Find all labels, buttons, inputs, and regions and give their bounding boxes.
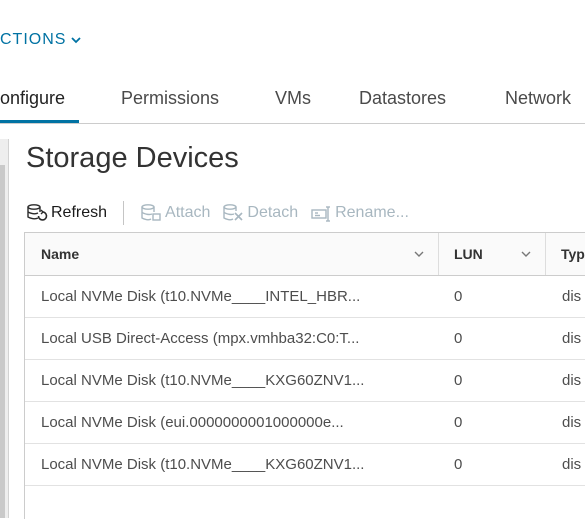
detach-storage-icon (223, 204, 243, 221)
column-header-type[interactable]: Typ (561, 233, 585, 275)
table-row[interactable]: Local USB Direct-Access (mpx.vmhba32:C0:… (25, 318, 585, 360)
table-row[interactable]: Local NVMe Disk (t10.NVMe____KXG60ZNV1..… (25, 360, 585, 402)
refresh-button[interactable]: Refresh (26, 203, 107, 223)
cell-type: dis (562, 330, 582, 347)
cell-name: Local NVMe Disk (eui.0000000001000000e..… (41, 414, 344, 431)
attach-button[interactable]: Attach (140, 203, 210, 223)
table-row[interactable]: Local NVMe Disk (eui.0000000001000000e..… (25, 402, 585, 444)
cell-name: Local USB Direct-Access (mpx.vmhba32:C0:… (41, 330, 360, 347)
actions-menu[interactable]: CTIONS (0, 28, 82, 52)
attach-storage-icon (141, 204, 161, 221)
grid-header: Name LUN Typ (25, 233, 585, 276)
tab-permissions[interactable]: Permissions (121, 88, 219, 109)
detach-label: Detach (247, 204, 299, 221)
tab-network[interactable]: Network (505, 88, 571, 109)
actions-label: CTIONS (0, 31, 67, 48)
column-separator[interactable] (545, 233, 546, 275)
attach-label: Attach (165, 204, 211, 221)
rename-label: Rename... (335, 204, 409, 221)
tab-datastores[interactable]: Datastores (359, 88, 446, 109)
storage-toolbar: Refresh Attach Detach Rename... (26, 198, 421, 228)
table-row[interactable]: Local NVMe Disk (t10.NVMe____KXG60ZNV1..… (25, 444, 585, 486)
cell-type: dis (562, 456, 582, 473)
cell-name: Local NVMe Disk (t10.NVMe____INTEL_HBR..… (41, 288, 361, 305)
chevron-down-icon (71, 37, 82, 44)
column-separator[interactable] (438, 233, 439, 275)
cell-name: Local NVMe Disk (t10.NVMe____KXG60ZNV1..… (41, 372, 365, 389)
table-row[interactable]: Local NVMe Disk (t10.NVMe____INTEL_HBR..… (25, 276, 585, 318)
refresh-storage-icon (27, 204, 48, 221)
cell-lun: 0 (454, 288, 463, 305)
navigator-scrollbar[interactable] (0, 165, 5, 518)
column-header-lun[interactable]: LUN (454, 233, 483, 275)
cell-type: dis (562, 288, 582, 305)
cell-lun: 0 (454, 372, 463, 389)
cell-lun: 0 (454, 456, 463, 473)
column-menu-chevron-icon[interactable] (414, 250, 424, 258)
cell-lun: 0 (454, 414, 463, 431)
storage-devices-grid: Name LUN Typ Local NVMe Disk (t10.NVMe__… (24, 232, 585, 519)
cell-type: dis (562, 372, 582, 389)
tab-configure[interactable]: onfigure (0, 88, 65, 109)
navigator-panel-edge (0, 139, 9, 518)
detach-button[interactable]: Detach (222, 203, 298, 223)
cell-type: dis (562, 414, 582, 431)
page-title: Storage Devices (26, 142, 239, 174)
rename-icon (311, 206, 331, 222)
refresh-label: Refresh (51, 204, 108, 221)
tab-vms[interactable]: VMs (275, 88, 311, 109)
toolbar-divider (123, 201, 125, 225)
rename-button[interactable]: Rename... (310, 203, 409, 223)
cell-name: Local NVMe Disk (t10.NVMe____KXG60ZNV1..… (41, 456, 365, 473)
cell-lun: 0 (454, 330, 463, 347)
column-menu-chevron-icon[interactable] (521, 250, 531, 258)
tab-bar: onfigure Permissions VMs Datastores Netw… (0, 78, 585, 124)
column-header-name[interactable]: Name (41, 233, 79, 275)
active-tab-indicator (0, 120, 79, 123)
